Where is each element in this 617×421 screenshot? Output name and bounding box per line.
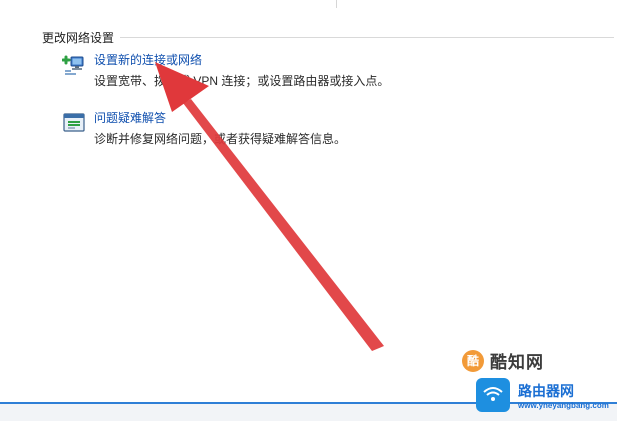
watermark-badge-icon: 酷 [462, 349, 484, 372]
section-divider [120, 36, 614, 38]
watermark-router: 路由器网 www.yneyangbang.com [476, 378, 616, 418]
network-setup-icon [62, 55, 84, 75]
watermark-text: 酷知网 [490, 353, 544, 372]
watermark-url: www.yneyangbang.com [518, 401, 609, 410]
wifi-icon [476, 378, 510, 412]
section-header: 更改网络设置 [42, 28, 614, 46]
top-divider [336, 0, 337, 8]
watermark-kuzhi: 酷 酷知网 [462, 348, 544, 373]
setup-connection-description: 设置宽带、拨号或 VPN 连接；或设置路由器或接入点。 [94, 74, 390, 88]
section-title: 更改网络设置 [42, 30, 115, 45]
troubleshoot-link[interactable]: 问题疑难解答 [94, 110, 166, 126]
setup-connection-link[interactable]: 设置新的连接或网络 [94, 52, 202, 68]
troubleshoot-icon [63, 113, 85, 132]
troubleshoot-description: 诊断并修复网络问题，或者获得疑难解答信息。 [94, 132, 347, 146]
watermark-router-text: 路由器网 [518, 383, 574, 399]
